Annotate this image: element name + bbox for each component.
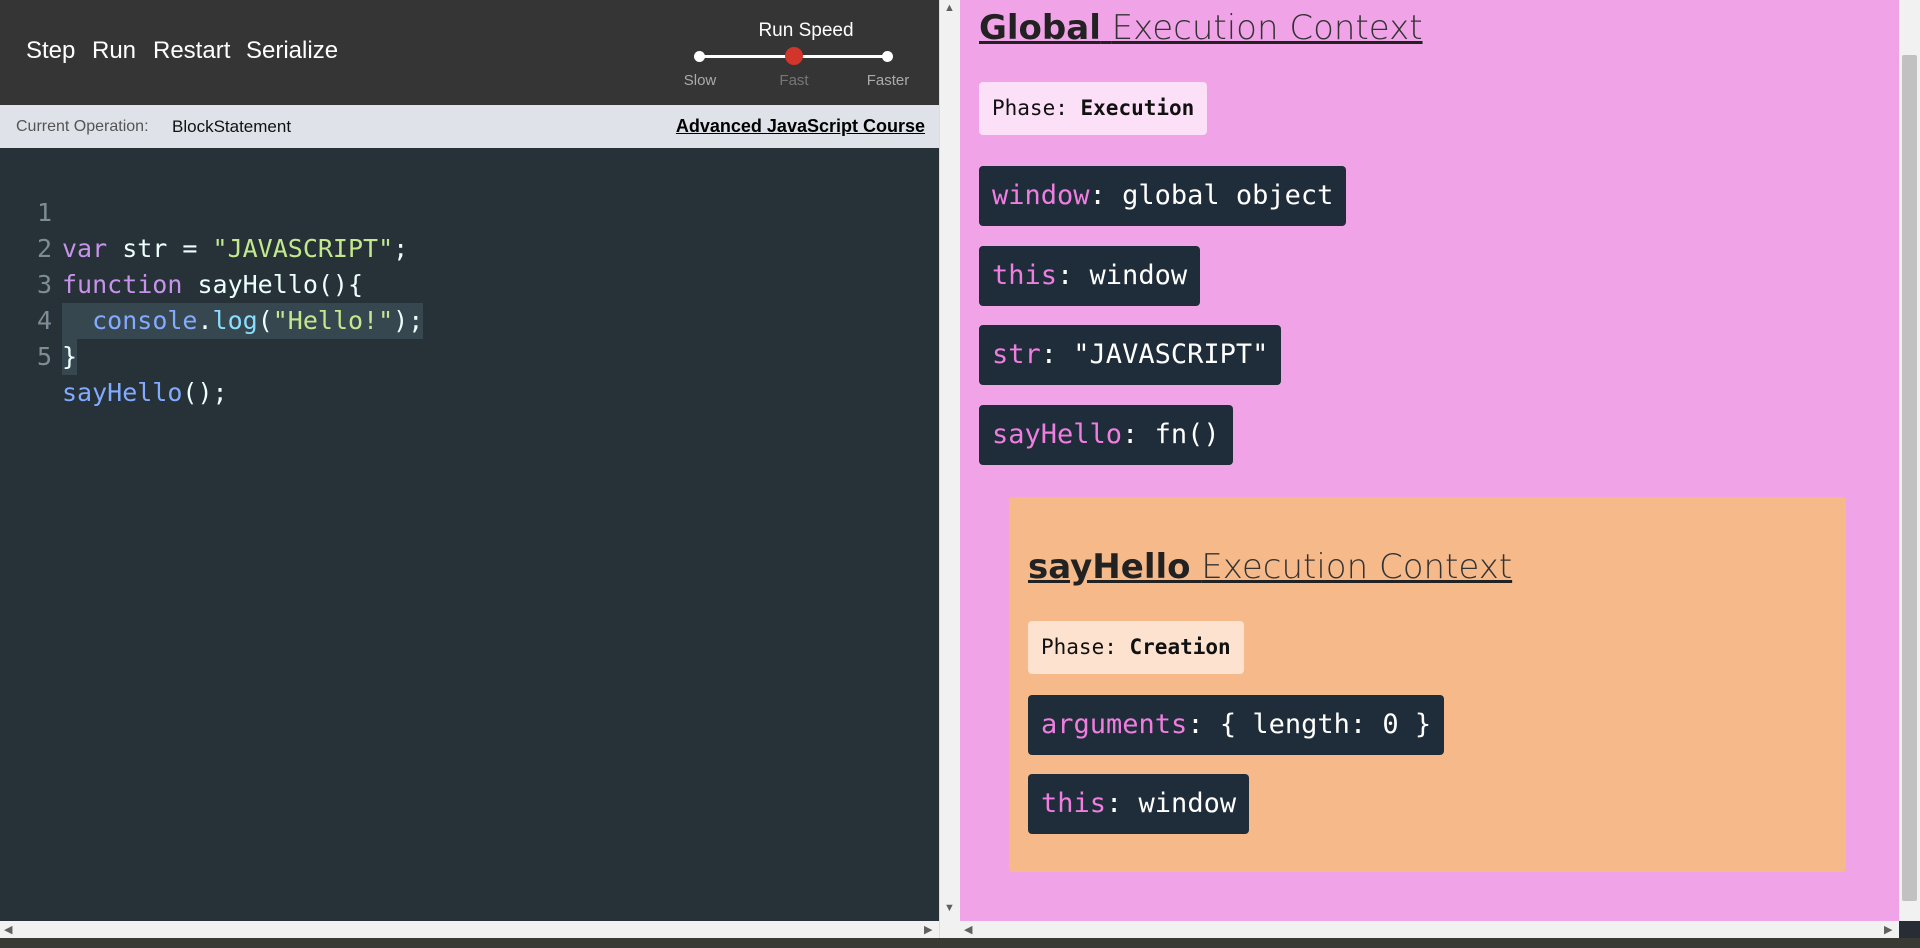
function-variable: arguments: { length: 0 }: [1028, 695, 1445, 755]
function-phase-badge: Phase: Creation: [1028, 621, 1244, 674]
global-variable: window: global object: [979, 166, 1347, 226]
variable-name: arguments: [1041, 709, 1188, 740]
status-bar: Current Operation: BlockStatement Advanc…: [0, 105, 939, 148]
run-speed-label: Run Speed: [758, 20, 854, 41]
global-variable: this: window: [979, 246, 1201, 306]
global-phase-badge: Phase: Execution: [979, 82, 1208, 135]
run-button[interactable]: Run: [92, 37, 136, 65]
code-line: 2 function sayHello(){: [0, 195, 363, 299]
code-pane: Step Run Restart Serialize Run Speed Slo…: [0, 0, 939, 921]
code-line-highlighted: 3 console.log("Hello!");: [0, 231, 424, 339]
horizontal-scrollbar-right[interactable]: ◀ ▶: [960, 921, 1899, 938]
run-speed-slider-knob[interactable]: [785, 47, 803, 65]
line-number: 5: [36, 342, 52, 371]
current-operation-label: Current Operation:: [16, 118, 149, 135]
toolbar: Step Run Restart Serialize Run Speed Slo…: [0, 0, 939, 105]
speed-stop-faster[interactable]: [882, 51, 893, 62]
function-context-title-rest: Execution Context: [1201, 547, 1513, 587]
variable-value: window: [1138, 788, 1237, 819]
function-variable: this: window: [1028, 774, 1250, 834]
variable-value: global object: [1122, 180, 1334, 211]
speed-tick-faster: Faster: [866, 72, 910, 89]
variable-value: fn(): [1154, 419, 1220, 450]
step-button[interactable]: Step: [26, 37, 75, 65]
code-line: 5 sayHello();: [0, 303, 228, 407]
variable-name: str: [992, 339, 1041, 370]
scroll-right-icon[interactable]: ▶: [924, 923, 932, 936]
global-variable: sayHello: fn(): [979, 405, 1233, 465]
function-context-title: sayHello Execution Context: [1028, 547, 1512, 587]
pane-divider[interactable]: ▲ ▼: [939, 0, 960, 938]
code-text: var str = "JAVASCRIPT";: [62, 234, 409, 263]
code-line: 1 var str = "JAVASCRIPT";: [0, 159, 408, 263]
phase-label: Phase:: [1041, 635, 1117, 659]
scroll-right-icon[interactable]: ▶: [1884, 923, 1892, 936]
serialize-button[interactable]: Serialize: [246, 37, 338, 65]
vertical-scrollbar-thumb[interactable]: [1902, 55, 1917, 901]
current-operation-value: BlockStatement: [172, 117, 292, 136]
scroll-up-icon[interactable]: ▲: [944, 2, 955, 14]
function-execution-context: sayHello Execution Context Phase: Creati…: [1009, 497, 1846, 872]
variable-value: window: [1089, 260, 1188, 291]
scroll-down-icon[interactable]: ▼: [944, 902, 955, 914]
global-context-title-rest: Execution Context: [1111, 8, 1423, 48]
execution-context-pane: Global Execution Context Phase: Executio…: [960, 0, 1899, 921]
code-editor[interactable]: 1 var str = "JAVASCRIPT"; 2 function say…: [0, 148, 939, 921]
horizontal-scrollbar[interactable]: ◀ ▶: [0, 921, 939, 938]
variable-value: { length: 0 }: [1219, 709, 1432, 740]
code-line: 4 }: [0, 267, 90, 375]
function-context-title-bold: sayHello: [1028, 547, 1191, 587]
code-text: console.log("Hello!");: [62, 303, 424, 339]
code-text: sayHello();: [62, 378, 228, 407]
restart-button[interactable]: Restart: [153, 37, 230, 65]
global-context-title: Global Execution Context: [979, 8, 1423, 48]
phase-label: Phase:: [992, 96, 1068, 120]
taskbar-strip: [0, 938, 1920, 948]
speed-stop-slow[interactable]: [694, 51, 705, 62]
variable-name: sayHello: [992, 419, 1123, 450]
phase-value: Creation: [1129, 635, 1231, 659]
variable-value: "JAVASCRIPT": [1073, 339, 1269, 370]
speed-tick-fast: Fast: [779, 72, 809, 89]
variable-name: this: [992, 260, 1058, 291]
variable-name: window: [992, 180, 1090, 211]
scroll-left-icon[interactable]: ◀: [4, 923, 12, 936]
variable-name: this: [1041, 788, 1107, 819]
speed-tick-slow: Slow: [683, 72, 717, 89]
scroll-left-icon[interactable]: ◀: [964, 923, 972, 936]
course-link[interactable]: Advanced JavaScript Course: [676, 116, 925, 137]
global-context-title-bold: Global: [979, 8, 1101, 48]
phase-value: Execution: [1080, 96, 1195, 120]
global-variable: str: "JAVASCRIPT": [979, 325, 1282, 385]
code-text: function sayHello(){: [62, 270, 364, 299]
